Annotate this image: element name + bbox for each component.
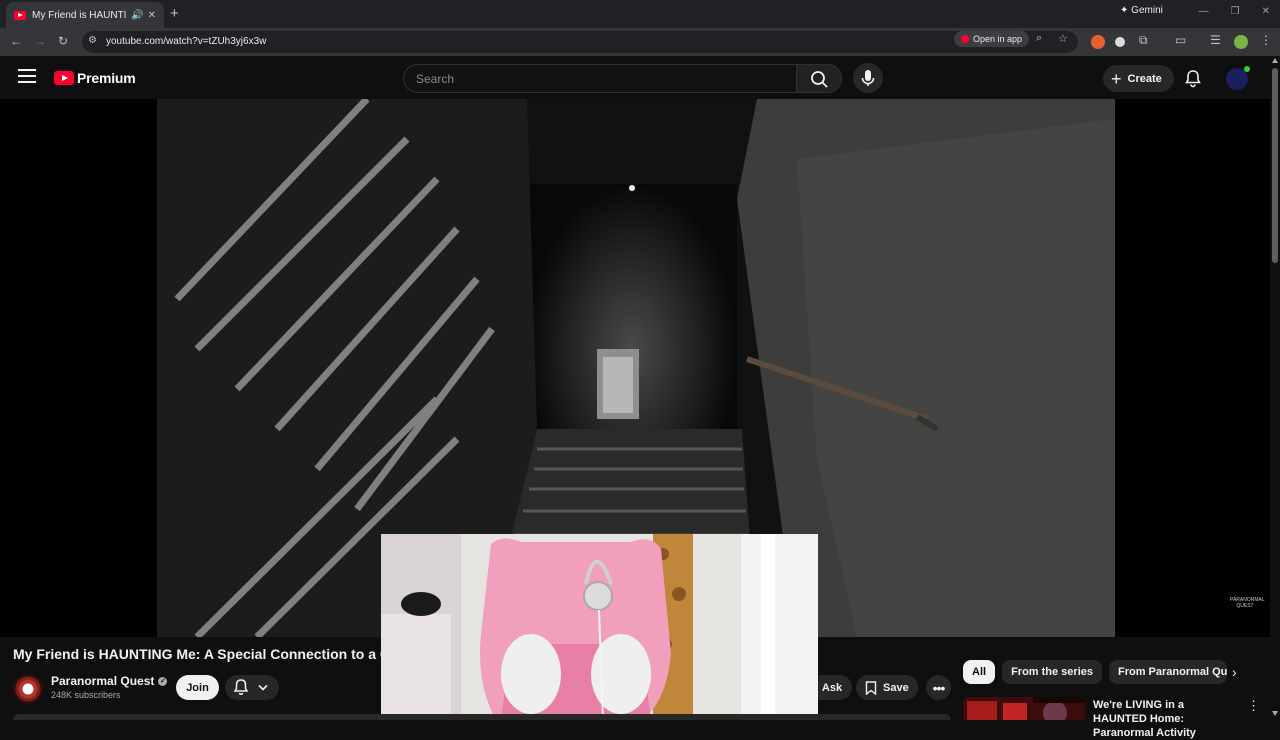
restore-icon[interactable]: ❐ [1231,6,1240,17]
youtube-logo-icon [54,71,74,85]
close-window-icon[interactable]: ✕ [1262,6,1270,17]
cast-icon[interactable]: ▭ [1175,33,1186,47]
zoom-icon[interactable]: ⌕ [1036,32,1042,45]
guide-menu-icon[interactable] [18,69,36,83]
browser-menu-icon[interactable]: ⋮ [1260,33,1272,47]
ask-button[interactable]: Ask [818,675,852,700]
browser-tabstrip: My Friend is HAUNTING Me 🔊 ✕ + ✦ Gemini … [0,0,1280,28]
ask-label: Ask [821,681,843,694]
create-label: Create [1127,72,1162,85]
related-filter-chips: All From the series From Paranormal Ques… [963,660,1227,684]
close-tab-icon[interactable]: ✕ [148,10,156,21]
webcam-still-pink-cat-chair [381,534,818,720]
scrollbar-thumb[interactable] [1272,68,1278,263]
profile-avatar[interactable] [1234,35,1248,49]
channel-avatar[interactable] [13,674,43,704]
search-icon [811,71,828,88]
site-info-icon[interactable]: ⚙ [88,35,97,46]
bookmark-icon [865,680,877,695]
video-title: My Friend is HAUNTING Me: A Special Conn… [13,646,381,662]
open-in-app-label: Open in app [973,34,1023,44]
channel-name-link[interactable]: Paranormal Quest ✓ [51,674,168,688]
back-icon[interactable]: ← [10,34,22,48]
youtube-favicon-icon [14,10,26,20]
minimize-icon[interactable]: — [1199,6,1209,17]
subscription-bell-button[interactable] [225,675,279,700]
url-text: youtube.com/watch?v=tZUh3yj6x3w [106,36,267,47]
youtube-premium-logo[interactable]: Premium [54,70,136,86]
gemini-button[interactable]: ✦ Gemini [1120,5,1163,16]
scroll-up-icon[interactable] [1272,58,1278,63]
tab-title: My Friend is HAUNTING Me [32,9,127,21]
extension-icon[interactable] [1091,35,1105,49]
browser-toolbar: ← → ↻ ⚙ youtube.com/watch?v=tZUh3yj6x3w … [0,28,1280,56]
window-controls: — ❐ ✕ [1199,6,1270,17]
chip-from-the-series[interactable]: From the series [1002,660,1102,684]
new-tab-icon[interactable]: + [170,5,179,22]
forward-icon[interactable]: → [34,34,46,48]
voice-search-button[interactable] [853,63,883,93]
address-bar[interactable]: ⚙ youtube.com/watch?v=tZUh3yj6x3w [82,31,1078,53]
thumbnail-image [963,697,1085,720]
channel-name: Paranormal Quest [51,674,155,688]
bell-icon [1185,70,1201,88]
join-button[interactable]: Join [176,675,219,700]
youtube-masthead: Premium + Create [0,56,1280,100]
microphone-icon [861,70,875,86]
bookmark-star-icon[interactable]: ☆ [1058,32,1068,45]
create-button[interactable]: + Create [1103,65,1174,92]
scroll-down-icon[interactable] [1272,711,1278,716]
verified-check-icon: ✓ [158,676,168,686]
youtube-app-icon [961,35,969,43]
webcam-overlay[interactable] [381,534,818,720]
extensions-puzzle-icon[interactable]: ⧉ [1139,33,1148,48]
search-button[interactable] [796,64,842,93]
logo-wordmark: Premium [77,70,136,86]
browser-tab[interactable]: My Friend is HAUNTING Me 🔊 ✕ [6,2,164,28]
search-input[interactable] [404,65,796,93]
search-box [403,64,797,93]
channel-watermark[interactable]: PARANORMAL QUEST [1230,597,1265,609]
chip-from-channel[interactable]: From Paranormal Quest [1108,660,1227,684]
save-label: Save [883,681,909,694]
reading-list-icon[interactable]: ☰ [1210,33,1221,47]
notifications-button[interactable] [1183,68,1203,93]
save-button[interactable]: Save [856,675,918,700]
bell-icon [233,679,268,695]
account-avatar[interactable] [1226,66,1250,90]
chip-all[interactable]: All [963,660,996,684]
gemini-label: Gemini [1131,5,1163,16]
more-actions-icon[interactable]: ••• [926,675,951,700]
plus-icon: + [1111,68,1122,89]
recommended-video-title[interactable]: We're LIVING in a HAUNTED Home: Paranorm… [1093,698,1225,740]
open-in-app-button[interactable]: Open in app [954,31,1030,47]
reload-icon[interactable]: ↻ [58,34,68,48]
extension-icon[interactable] [1115,37,1125,47]
speaker-icon[interactable]: 🔊 [131,10,143,21]
page-scrollbar[interactable] [1270,56,1280,720]
chevron-right-icon[interactable]: › [1232,664,1237,680]
comment-section-divider [13,714,951,720]
subscriber-count: 248K subscribers [51,690,121,700]
recommended-more-icon[interactable]: ⋮ [1247,698,1260,714]
recommended-video-thumbnail[interactable] [963,697,1085,720]
